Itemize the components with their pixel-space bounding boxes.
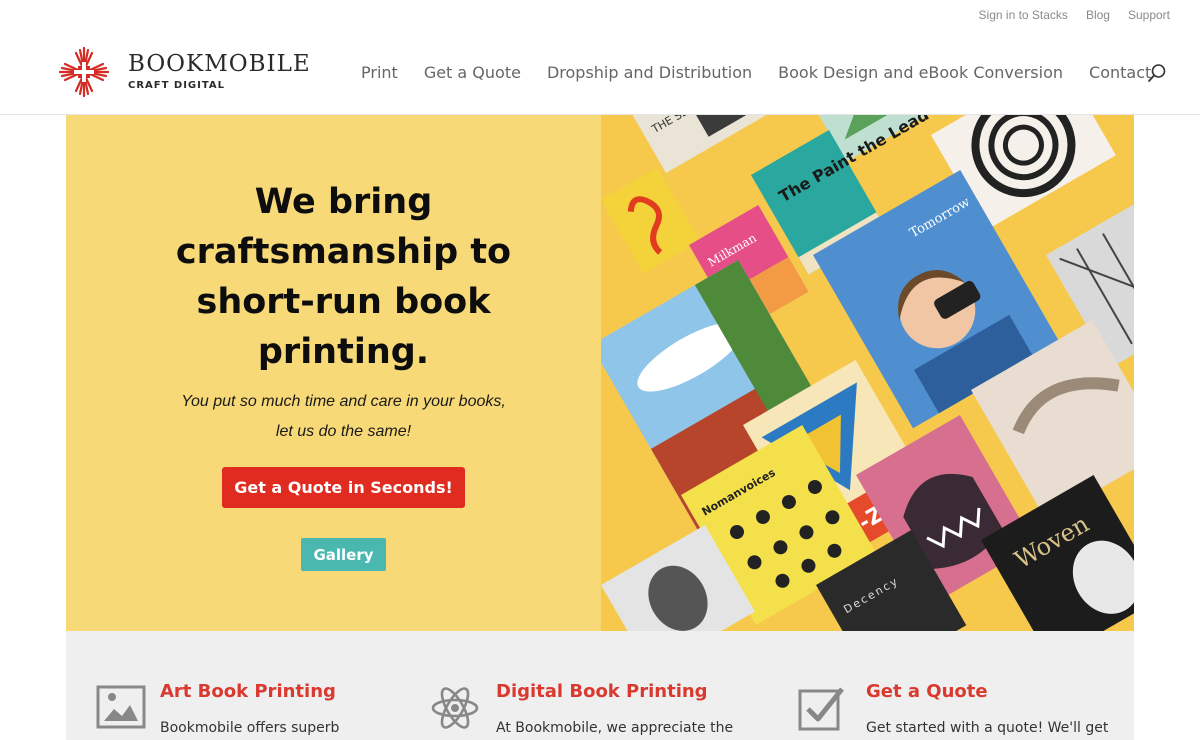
gallery-button[interactable]: Gallery xyxy=(301,538,386,571)
feature-digital-book-text: At Bookmobile, we appreciate the xyxy=(496,720,734,736)
blog-link[interactable]: Blog xyxy=(1086,8,1110,22)
logo-subtitle: CRAFT DIGITAL xyxy=(128,80,226,91)
hero-section: We bring craftsmanship to short-run book… xyxy=(66,115,1134,631)
hero-text-panel: We bring craftsmanship to short-run book… xyxy=(66,115,601,631)
nav-item-book-design[interactable]: Book Design and eBook Conversion xyxy=(778,63,1063,82)
hero-subtitle-line2: let us do the same! xyxy=(275,423,412,440)
feature-art-book-text: Bookmobile offers superb xyxy=(160,720,340,736)
logo-mark-icon xyxy=(58,46,110,98)
nav-item-get-a-quote[interactable]: Get a Quote xyxy=(424,63,521,82)
checkbox-icon xyxy=(798,687,844,731)
atom-icon xyxy=(431,687,479,729)
image-icon xyxy=(96,685,146,729)
book-collage-illustration: THE SEA The Paint the Lead Milkman Tomor… xyxy=(601,115,1134,631)
nav-item-contact[interactable]: Contact xyxy=(1089,63,1151,82)
sign-in-link[interactable]: Sign in to Stacks xyxy=(979,8,1068,22)
nav-item-print[interactable]: Print xyxy=(361,63,398,82)
hero-title: We bring craftsmanship to short-run book… xyxy=(175,182,512,372)
feature-digital-book-title[interactable]: Digital Book Printing xyxy=(496,681,708,702)
top-utility-bar: Sign in to Stacks Blog Support xyxy=(979,0,1170,30)
feature-art-book-title[interactable]: Art Book Printing xyxy=(160,681,336,702)
hero-books-image: THE SEA The Paint the Lead Milkman Tomor… xyxy=(601,115,1134,631)
logo[interactable]: BOOKMOBILE CRAFT DIGITAL xyxy=(54,42,311,102)
hero-subtitle-line1: You put so much time and care in your bo… xyxy=(181,393,506,410)
get-quote-button[interactable]: Get a Quote in Seconds! xyxy=(222,467,465,508)
support-link[interactable]: Support xyxy=(1128,8,1170,22)
search-icon[interactable] xyxy=(1147,63,1167,83)
main-nav: Print Get a Quote Dropship and Distribut… xyxy=(361,30,1151,114)
logo-title: BOOKMOBILE xyxy=(128,51,311,77)
nav-item-dropship[interactable]: Dropship and Distribution xyxy=(547,63,752,82)
feature-get-quote-title[interactable]: Get a Quote xyxy=(866,681,988,702)
hero-subtitle: You put so much time and care in your bo… xyxy=(156,387,531,447)
features-section: Art Book Printing Bookmobile offers supe… xyxy=(66,631,1134,740)
site-header: BOOKMOBILE CRAFT DIGITAL Print Get a Quo… xyxy=(0,30,1200,115)
feature-get-quote-text: Get started with a quote! We'll get xyxy=(866,720,1109,736)
